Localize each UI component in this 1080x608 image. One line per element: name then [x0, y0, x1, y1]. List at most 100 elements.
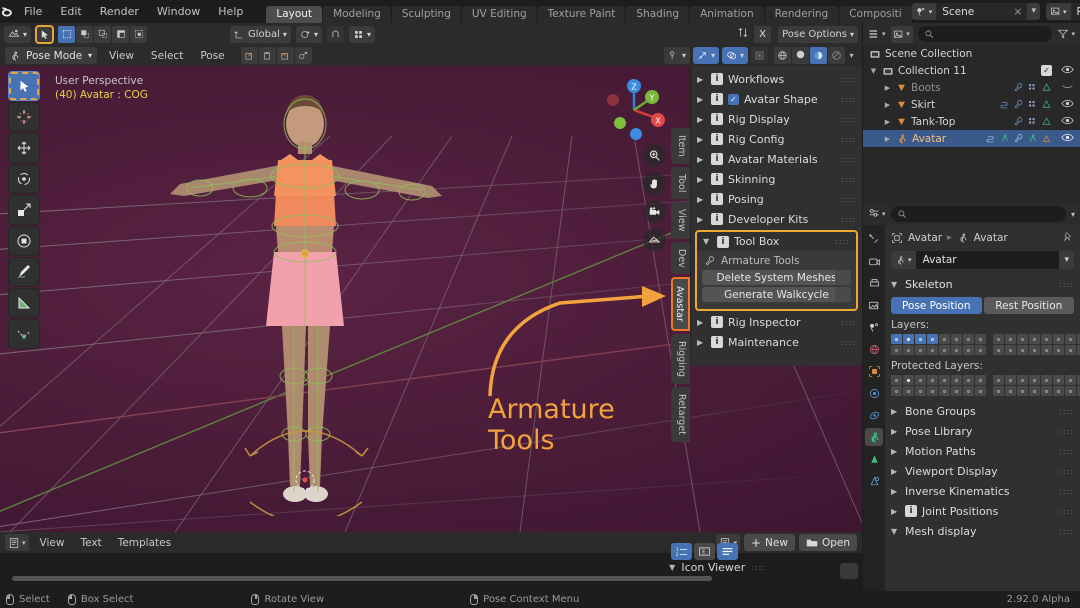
mesh-data-icon[interactable] — [1041, 116, 1052, 127]
protected-layer-toggle[interactable] — [1017, 386, 1028, 396]
text-menu-templates[interactable]: Templates — [113, 537, 176, 549]
panel-inverse-kinematics[interactable]: ▶ Inverse Kinematics :::: — [891, 481, 1074, 501]
layer-toggle[interactable] — [903, 334, 914, 344]
tweak-select-tool[interactable] — [8, 71, 40, 101]
wireframe-icon[interactable] — [774, 47, 791, 64]
mesh-data-icon[interactable] — [1041, 99, 1052, 110]
text-editor-icon[interactable]: ▾ — [5, 534, 29, 551]
vertex-group-icon[interactable] — [1027, 99, 1038, 110]
breadcrumb-object[interactable]: Avatar — [908, 232, 942, 244]
rest-position-button[interactable]: Rest Position — [984, 297, 1075, 314]
bone-tab[interactable] — [865, 450, 883, 468]
modifier-tab[interactable] — [865, 384, 883, 402]
armature-id-field[interactable]: ▾ Avatar ▾ — [891, 251, 1074, 269]
table-row[interactable]: ▶ Avatar — [863, 130, 1080, 147]
protected-layer-toggle[interactable] — [993, 375, 1004, 385]
layer-toggle[interactable] — [975, 334, 986, 344]
modifier-wrench-icon[interactable] — [1013, 133, 1024, 144]
layer-toggle[interactable] — [1017, 334, 1028, 344]
panel-pose-library[interactable]: ▶ Pose Library :::: — [891, 421, 1074, 441]
modifier-wrench-icon[interactable] — [1013, 99, 1024, 110]
vertex-group-icon[interactable] — [1027, 82, 1038, 93]
avatar-shape-checkbox[interactable]: ✓ — [728, 94, 739, 105]
animation-icon[interactable] — [999, 99, 1010, 110]
breadcrumb-data[interactable]: Avatar — [974, 232, 1008, 244]
3d-viewport[interactable]: User Perspective (40) Avatar : COG — [0, 66, 862, 532]
bone-icon[interactable] — [1041, 133, 1052, 144]
tab-compositing[interactable]: Compositi — [839, 6, 912, 23]
layer-toggle[interactable] — [927, 345, 938, 355]
word-wrap-icon[interactable] — [717, 543, 738, 560]
protected-layer-toggle[interactable] — [927, 375, 938, 385]
npanel-item-rig-config[interactable]: ▶ i Rig Config :::: — [691, 129, 862, 149]
protected-layer-toggle[interactable] — [1005, 375, 1016, 385]
avatar-mesh[interactable] — [150, 76, 460, 516]
eye-icon[interactable] — [1061, 132, 1074, 146]
layer-toggle[interactable] — [963, 334, 974, 344]
menu-render[interactable]: Render — [91, 3, 148, 20]
panel-viewport-display[interactable]: ▶ Viewport Display :::: — [891, 461, 1074, 481]
overlays-icon[interactable]: ▾ — [722, 47, 748, 64]
pose-mirror-icon[interactable] — [736, 26, 750, 42]
pin-icon[interactable] — [1062, 231, 1074, 246]
select-cursor-icon[interactable] — [36, 26, 53, 43]
table-row[interactable]: ▶ Tank-Top — [863, 113, 1080, 130]
npanel-item-workflows[interactable]: ▶ i Workflows :::: — [691, 69, 862, 89]
scene-tab[interactable] — [865, 318, 883, 336]
chevron-right-icon[interactable]: ▶ — [883, 84, 892, 92]
viewlayer-selector[interactable]: ▾ RenderLayer ⧉ × — [1046, 3, 1080, 20]
protected-layer-toggle[interactable] — [891, 386, 902, 396]
armature-data-icon[interactable] — [1027, 133, 1038, 144]
transform-tool[interactable] — [8, 226, 40, 256]
layer-toggle[interactable] — [1041, 345, 1052, 355]
layer-toggle[interactable] — [993, 334, 1004, 344]
eye-icon[interactable] — [1061, 98, 1074, 112]
viewport-menu-view[interactable]: View — [104, 50, 139, 62]
menu-help[interactable]: Help — [209, 3, 252, 20]
layer-toggle[interactable] — [1029, 334, 1040, 344]
pose-options-menu[interactable]: Pose Options ▾ — [778, 26, 858, 43]
eye-icon[interactable] — [1061, 64, 1074, 78]
npanel-item-posing[interactable]: ▶ i Posing :::: — [691, 189, 862, 209]
visibility-icon[interactable]: ▾ — [664, 47, 690, 64]
horizontal-scrollbar[interactable] — [12, 576, 712, 581]
panel-mesh-display[interactable]: ▼ Mesh display :::: — [891, 521, 1074, 541]
tool-tab[interactable] — [865, 230, 883, 248]
layer-toggle[interactable] — [1005, 345, 1016, 355]
protected-layer-toggle[interactable] — [1017, 375, 1028, 385]
xray-icon[interactable] — [751, 47, 768, 64]
menu-edit[interactable]: Edit — [51, 3, 90, 20]
scene-selector[interactable]: ▾ Scene × ▾ — [912, 3, 1040, 20]
protected-layer-toggle[interactable] — [915, 386, 926, 396]
layer-toggle[interactable] — [951, 345, 962, 355]
pose-position-button[interactable]: Pose Position — [891, 297, 982, 314]
breakdowner-tool[interactable] — [8, 319, 40, 349]
pose-add-keyframe-icon[interactable] — [295, 47, 312, 64]
pose-paste-icon[interactable] — [259, 47, 276, 64]
menu-file[interactable]: File — [15, 3, 51, 20]
vtab-tool[interactable]: Tool — [671, 167, 690, 199]
protected-layer-toggle[interactable] — [951, 375, 962, 385]
tab-layout[interactable]: Layout — [266, 6, 322, 23]
layer-toggle[interactable] — [915, 345, 926, 355]
mirror-x-toggle[interactable]: X — [754, 26, 771, 43]
npanel-item-developer-kits[interactable]: ▶ i Developer Kits :::: — [691, 209, 862, 229]
mode-selector[interactable]: Pose Mode ▾ — [5, 47, 97, 64]
animation-icon[interactable] — [985, 133, 996, 144]
protected-layer-toggle[interactable] — [975, 375, 986, 385]
material-preview-icon[interactable] — [810, 47, 827, 64]
protected-layer-toggle[interactable] — [1053, 386, 1064, 396]
tab-rendering[interactable]: Rendering — [765, 6, 839, 23]
npanel-item-avatar-shape[interactable]: ▶ i ✓ Avatar Shape :::: — [691, 89, 862, 109]
navigation-gizmo[interactable]: Z Y X — [598, 74, 670, 146]
generate-walkcycle-button[interactable]: Generate Walkcycle — [702, 287, 851, 302]
layer-toggle[interactable] — [927, 334, 938, 344]
panel-joint-positions[interactable]: ▶ i Joint Positions :::: — [891, 501, 1074, 521]
scene-close-icon[interactable]: × — [1008, 5, 1027, 18]
layer-toggle[interactable] — [939, 345, 950, 355]
select-invert-icon[interactable] — [112, 26, 129, 43]
pose-copy-icon[interactable] — [241, 47, 258, 64]
pose-paste-flipped-icon[interactable] — [277, 47, 294, 64]
mesh-data-icon[interactable] — [1041, 82, 1052, 93]
panel-collapse-handle[interactable] — [840, 563, 858, 579]
